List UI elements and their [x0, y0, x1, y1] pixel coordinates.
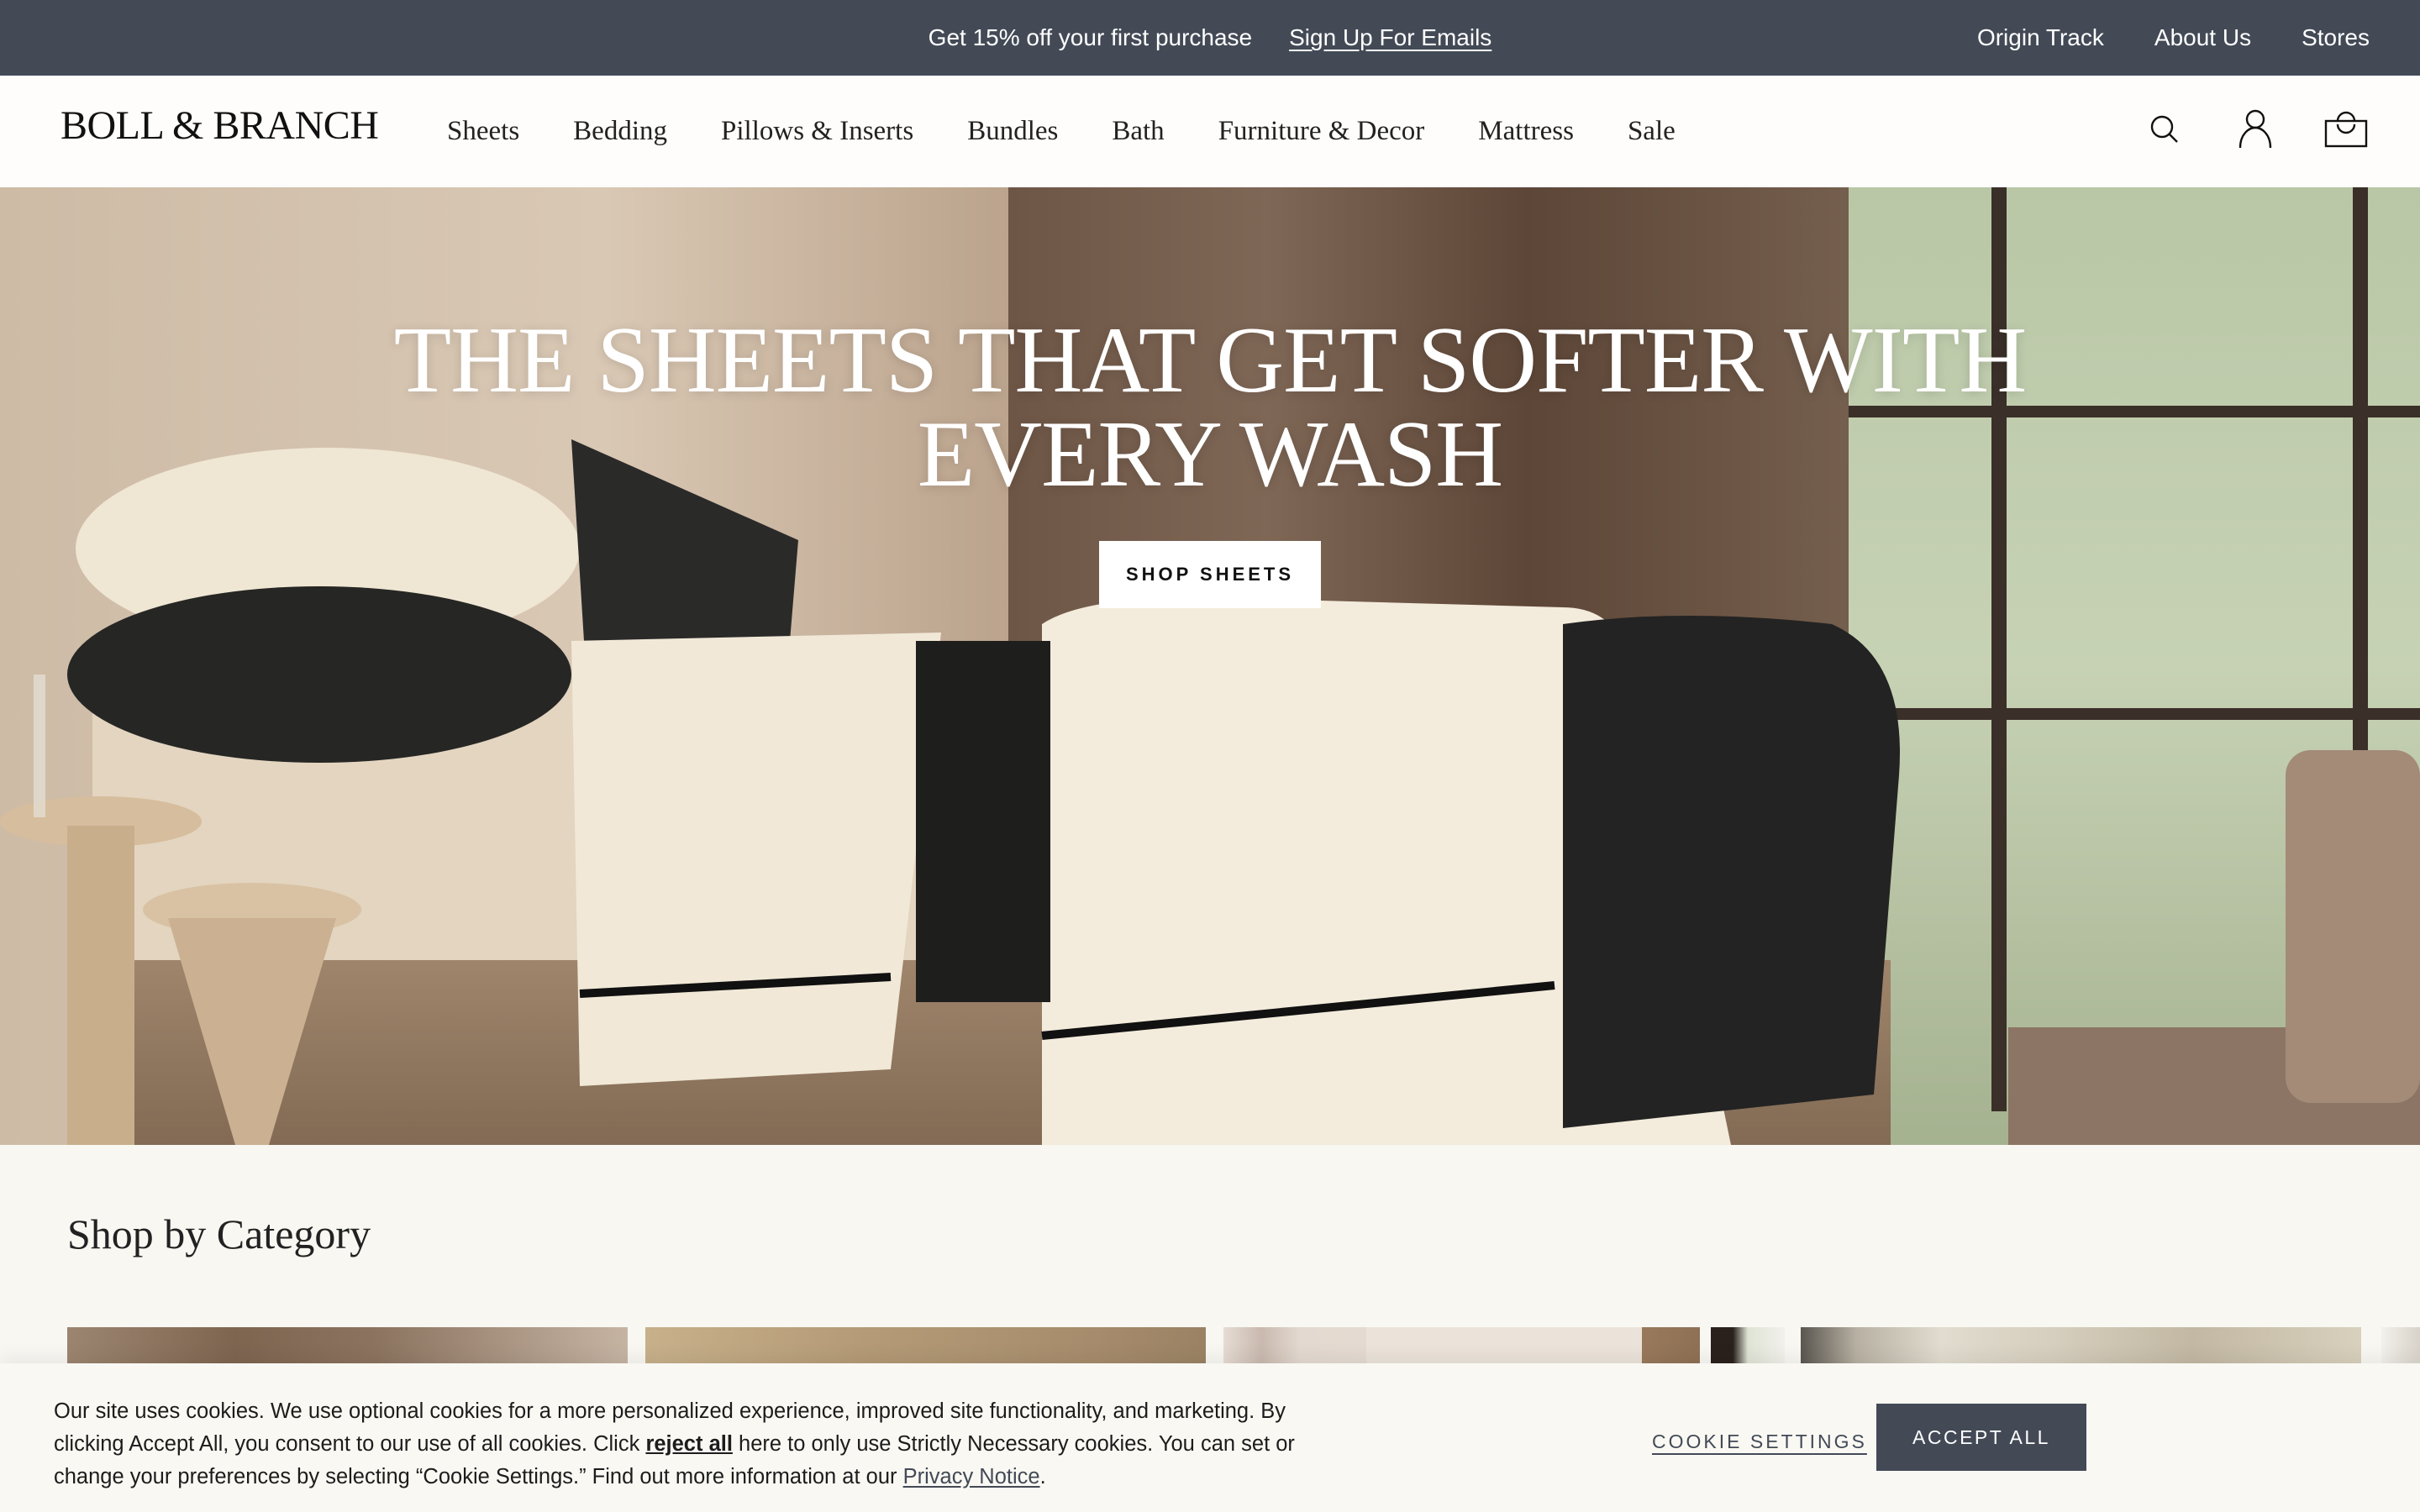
nav-item-bath[interactable]: Bath: [1112, 116, 1164, 147]
nav-item-sale[interactable]: Sale: [1628, 116, 1676, 147]
nav-item-furniture-decor[interactable]: Furniture & Decor: [1218, 116, 1425, 147]
hero-headline: THE SHEETS THAT GET SOFTER WITH EVERY WA…: [0, 313, 2420, 501]
nav-item-pillows-inserts[interactable]: Pillows & Inserts: [721, 116, 913, 147]
shopping-bag-icon: [2324, 111, 2368, 148]
nav-item-bedding[interactable]: Bedding: [573, 116, 667, 147]
cookie-settings-button[interactable]: COOKIE SETTINGS: [1652, 1431, 1867, 1453]
promo-text: Get 15% off your first purchase: [928, 24, 1253, 50]
origin-track-link[interactable]: Origin Track: [1977, 24, 2104, 51]
cookie-text-part: .: [1039, 1465, 1046, 1488]
cookie-consent-banner: Our site uses cookies. We use optional c…: [0, 1363, 2420, 1512]
hero-banner: THE SHEETS THAT GET SOFTER WITH EVERY WA…: [0, 187, 2420, 1145]
nav-item-sheets[interactable]: Sheets: [447, 116, 519, 147]
search-icon: [2150, 115, 2178, 143]
cookie-message: Our site uses cookies. We use optional c…: [54, 1395, 1331, 1494]
account-button[interactable]: [2233, 108, 2277, 151]
search-button[interactable]: [2143, 108, 2186, 151]
accept-all-button[interactable]: ACCEPT ALL: [1876, 1404, 2086, 1471]
nav-item-mattress[interactable]: Mattress: [1478, 116, 1574, 147]
header-actions: [2143, 108, 2368, 151]
utility-links: Origin Track About Us Stores: [1977, 0, 2370, 76]
reject-all-link[interactable]: reject all: [645, 1432, 732, 1456]
stores-link[interactable]: Stores: [2302, 24, 2370, 51]
privacy-notice-link[interactable]: Privacy Notice: [903, 1465, 1040, 1488]
hero-headline-line2: EVERY WASH: [917, 402, 1503, 507]
hero-headline-line1: THE SHEETS THAT GET SOFTER WITH: [393, 308, 2028, 412]
signup-emails-link[interactable]: Sign Up For Emails: [1289, 24, 1491, 51]
account-icon: [2238, 109, 2272, 149]
brand-logo[interactable]: BOLL & BRANCH: [60, 101, 379, 151]
about-us-link[interactable]: About Us: [2154, 24, 2251, 51]
promo-bar: Get 15% off your first purchase Sign Up …: [0, 0, 2420, 76]
shop-by-category-heading: Shop by Category: [67, 1210, 371, 1257]
shop-sheets-button[interactable]: SHOP SHEETS: [1099, 541, 1321, 608]
nav-item-bundles[interactable]: Bundles: [967, 116, 1058, 147]
cart-button[interactable]: [2324, 108, 2368, 151]
main-navigation: BOLL & BRANCH Sheets Bedding Pillows & I…: [0, 76, 2420, 187]
category-nav: Sheets Bedding Pillows & Inserts Bundles…: [447, 76, 1676, 187]
